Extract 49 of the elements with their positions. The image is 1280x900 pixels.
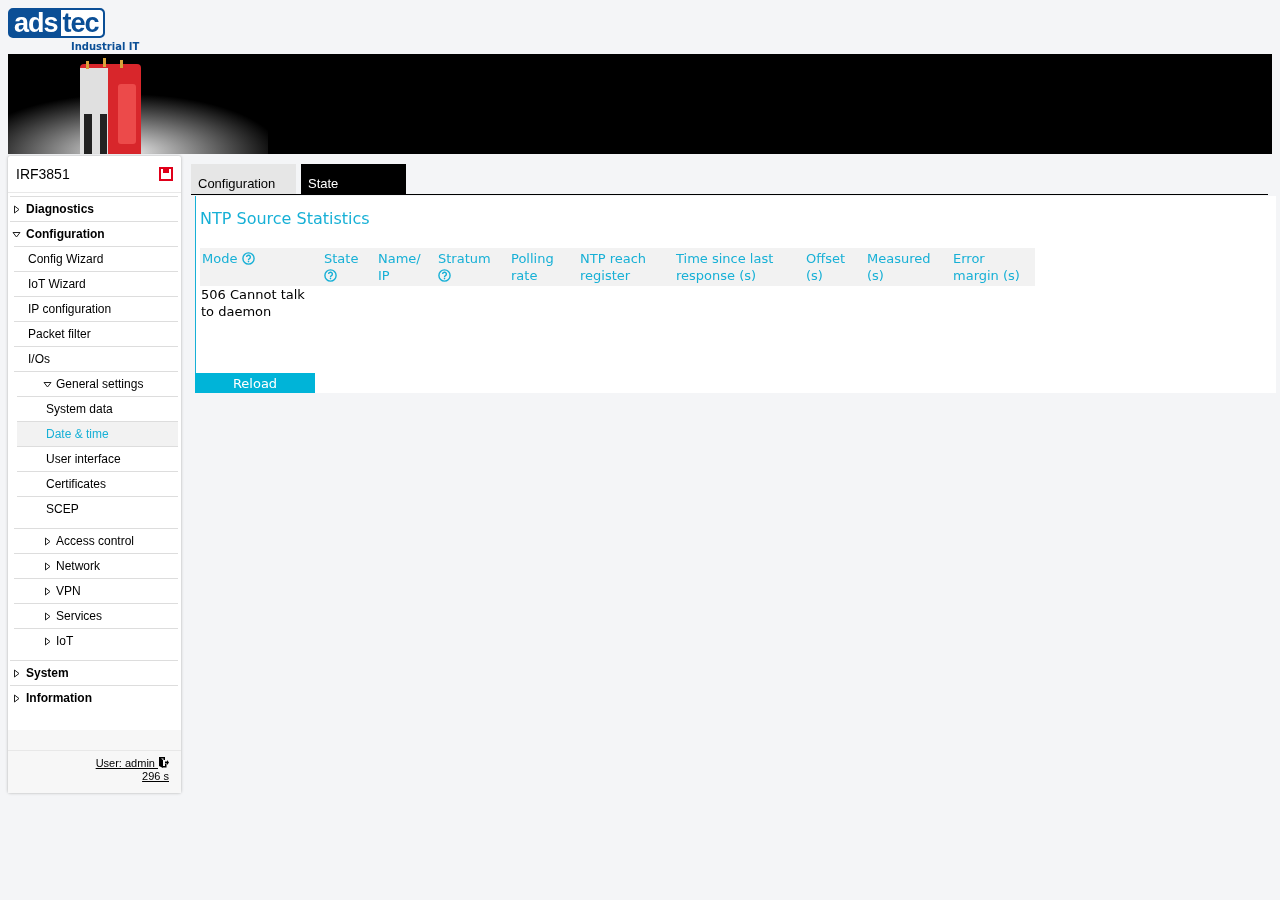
nav-item[interactable]: Information xyxy=(10,685,178,710)
expand-icon[interactable] xyxy=(43,536,52,546)
column-header: Error margin (s) xyxy=(953,250,1021,284)
nav-item[interactable]: Packet filter xyxy=(14,321,178,346)
nav-item[interactable]: User interface xyxy=(17,446,178,471)
table-cell: 506 Cannot talk to daemon xyxy=(201,287,305,319)
nav-item[interactable]: IoT Wizard xyxy=(14,271,178,296)
save-icon[interactable] xyxy=(159,167,173,181)
expand-icon[interactable] xyxy=(43,636,52,646)
user-link[interactable]: User: admin xyxy=(95,757,169,770)
column-header: Mode xyxy=(202,250,316,267)
column-header: State xyxy=(324,250,370,284)
nav-item[interactable]: Certificates xyxy=(17,471,178,496)
company-logo: ads tec xyxy=(8,8,105,38)
nav-item[interactable]: Diagnostics xyxy=(10,196,178,221)
column-header: Stratum xyxy=(438,250,503,284)
collapse-icon[interactable] xyxy=(12,229,21,239)
column-header: Polling rate xyxy=(511,250,555,284)
tab[interactable]: Configuration xyxy=(191,164,296,194)
logout-icon[interactable] xyxy=(158,757,169,768)
nav-item[interactable]: I/Os xyxy=(14,346,178,371)
column-header: Time since last response (s) xyxy=(676,250,775,284)
expand-icon[interactable] xyxy=(43,586,52,596)
expand-icon[interactable] xyxy=(12,668,21,678)
nav-item[interactable]: SCEP xyxy=(17,496,178,521)
device-name: IRF3851 xyxy=(16,166,70,182)
column-header: Measured (s) xyxy=(867,250,932,284)
expand-icon[interactable] xyxy=(12,693,21,703)
expand-icon[interactable] xyxy=(43,561,52,571)
nav-item[interactable]: VPN xyxy=(14,578,178,603)
nav-item[interactable]: System xyxy=(10,660,178,685)
column-header: Offset (s) xyxy=(806,250,847,284)
column-header: Name/ IP xyxy=(378,250,422,284)
expand-icon[interactable] xyxy=(12,204,21,214)
expand-icon[interactable] xyxy=(43,611,52,621)
section-title: NTP Source Statistics xyxy=(200,209,371,228)
nav-item[interactable]: Access control xyxy=(14,528,178,553)
nav-item[interactable]: General settings xyxy=(14,371,178,396)
session-timer-link[interactable]: 296 s xyxy=(142,770,169,783)
nav-item[interactable]: IoT xyxy=(14,628,178,653)
nav-item[interactable]: Config Wizard xyxy=(14,246,178,271)
nav-item[interactable]: Services xyxy=(14,603,178,628)
nav-item[interactable]: IP configuration xyxy=(14,296,178,321)
collapse-icon[interactable] xyxy=(43,379,52,389)
nav-item[interactable]: Configuration xyxy=(10,221,178,246)
nav-item[interactable]: Network xyxy=(14,553,178,578)
logo-tagline: Industrial IT xyxy=(71,41,140,52)
tab[interactable]: State xyxy=(301,164,406,194)
column-header: NTP reach register xyxy=(580,250,648,284)
